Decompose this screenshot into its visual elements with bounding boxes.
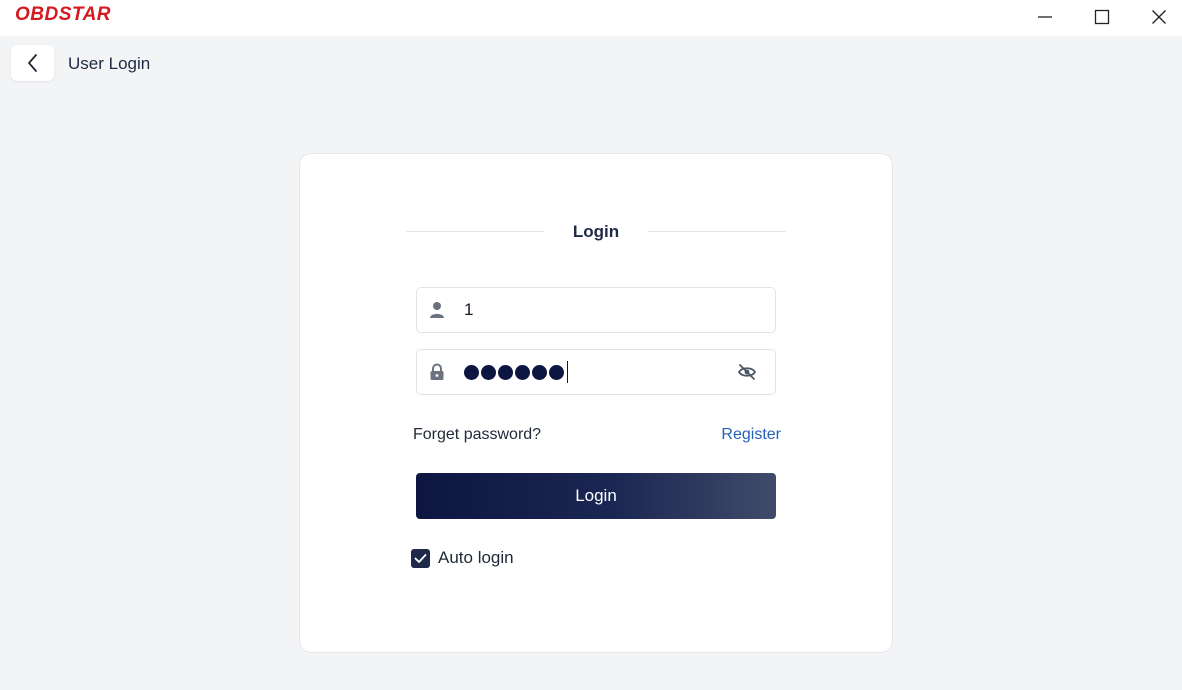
- close-icon: [1152, 10, 1166, 24]
- password-mask: [464, 361, 568, 383]
- username-value: 1: [464, 300, 474, 319]
- login-card: Login 1 Forget password? Register Login: [299, 153, 893, 653]
- auto-login-toggle[interactable]: Auto login: [411, 548, 514, 568]
- eye-off-icon[interactable]: [737, 363, 757, 381]
- text-caret: [567, 361, 568, 383]
- login-title: Login: [572, 222, 620, 241]
- login-button[interactable]: Login: [416, 473, 776, 519]
- auto-login-label: Auto login: [438, 548, 514, 567]
- forget-password-link[interactable]: Forget password?: [413, 426, 541, 444]
- back-button[interactable]: [11, 45, 54, 81]
- user-icon: [430, 302, 444, 318]
- title-bar: OBDSTAR: [0, 0, 1182, 36]
- title-divider-left: [406, 231, 544, 232]
- password-field[interactable]: [416, 349, 776, 395]
- minimize-icon: [1038, 16, 1052, 18]
- page-title: User Login: [68, 54, 151, 73]
- maximize-button[interactable]: [1079, 0, 1125, 34]
- title-divider-right: [648, 231, 786, 232]
- lock-icon: [430, 363, 444, 380]
- maximize-icon: [1094, 9, 1110, 25]
- chevron-left-icon: [27, 54, 37, 72]
- auto-login-checkbox[interactable]: [411, 548, 430, 568]
- close-button[interactable]: [1136, 0, 1182, 34]
- obdstar-logo: OBDSTAR: [15, 4, 112, 25]
- minimize-button[interactable]: [1022, 0, 1068, 34]
- checkmark-icon: [414, 553, 427, 563]
- register-link[interactable]: Register: [721, 426, 781, 444]
- username-field[interactable]: 1: [416, 287, 776, 333]
